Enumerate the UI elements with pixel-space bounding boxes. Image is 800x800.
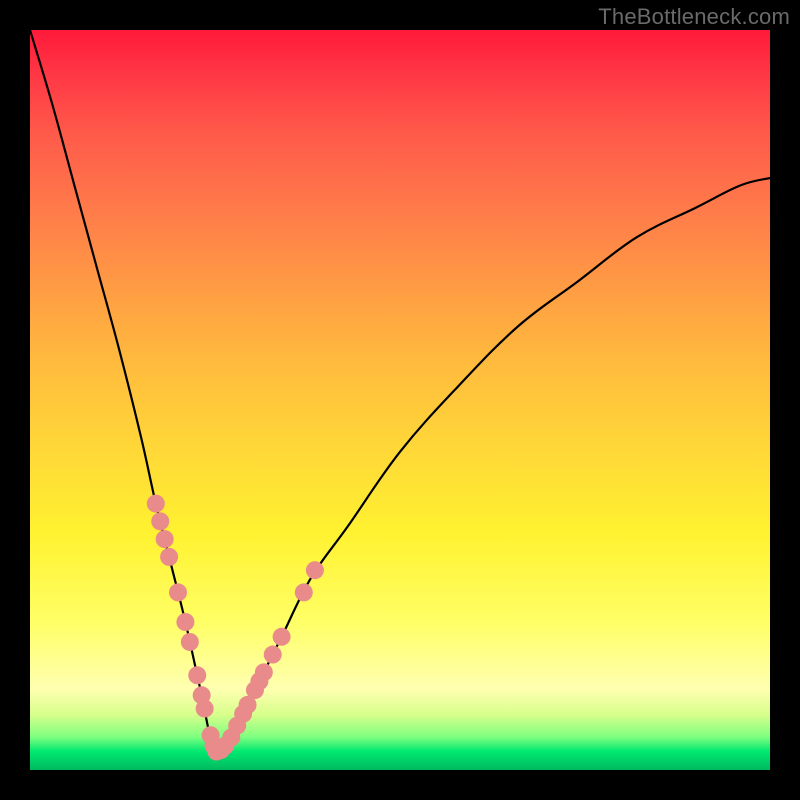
curve-marker: [169, 583, 187, 601]
curve-marker: [160, 548, 178, 566]
curve-marker: [196, 700, 214, 718]
marker-group: [147, 495, 324, 761]
curve-marker: [273, 628, 291, 646]
curve-marker: [176, 613, 194, 631]
curve-marker: [147, 495, 165, 513]
bottleneck-curve: [30, 30, 770, 755]
curve-svg: [30, 30, 770, 770]
curve-marker: [255, 663, 273, 681]
curve-marker: [264, 646, 282, 664]
plot-area: [30, 30, 770, 770]
watermark-text: TheBottleneck.com: [598, 4, 790, 30]
curve-marker: [156, 530, 174, 548]
curve-marker: [181, 633, 199, 651]
chart-frame: TheBottleneck.com: [0, 0, 800, 800]
curve-marker: [306, 561, 324, 579]
curve-marker: [295, 583, 313, 601]
curve-marker: [188, 666, 206, 684]
curve-marker: [151, 512, 169, 530]
